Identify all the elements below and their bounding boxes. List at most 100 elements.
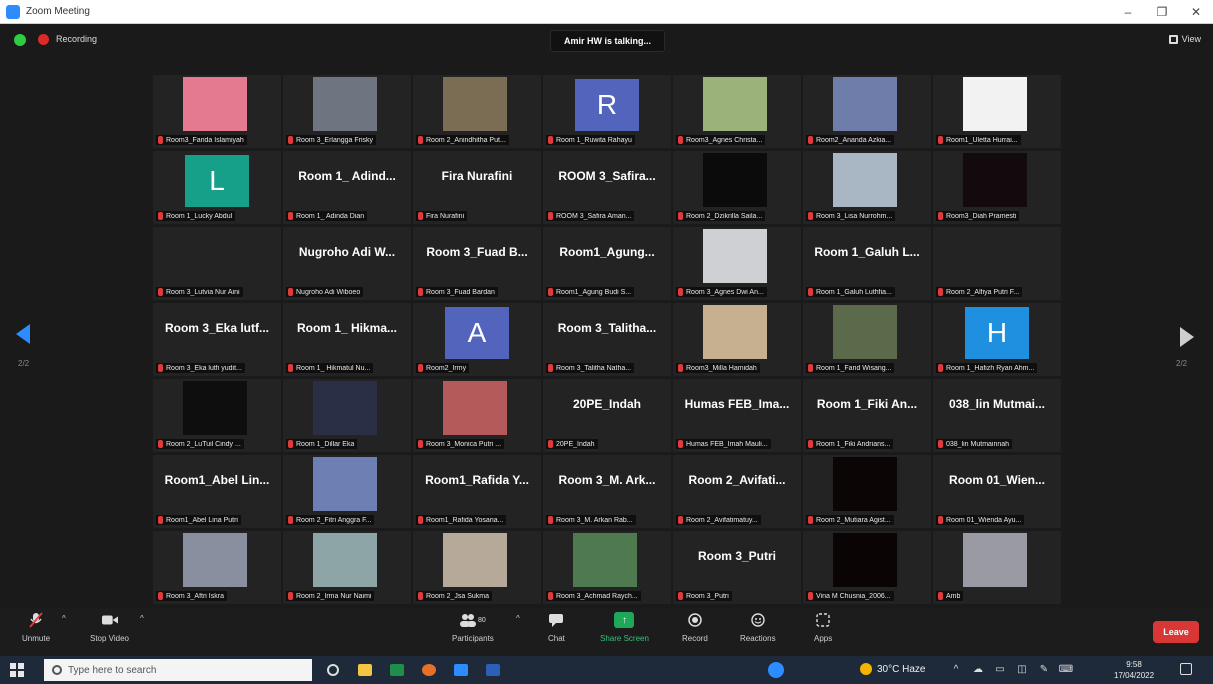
notification-center-icon[interactable] xyxy=(1180,663,1192,675)
participant-tile[interactable]: 20PE_Indah 20PE_Indah xyxy=(543,379,671,452)
participant-tile[interactable]: Room 3_Aftri Iskra xyxy=(153,531,281,604)
participant-tile[interactable]: 038_lin Mutmai... 038_lin Mutmainnah xyxy=(933,379,1061,452)
participant-tile[interactable]: ROOM 3_Safira... ROOM 3_Safira Aman... xyxy=(543,151,671,224)
participant-tile[interactable]: Humas FEB_Ima... Humas FEB_Imah Mauli... xyxy=(673,379,801,452)
participant-display-name: Room1_Agung... xyxy=(559,245,655,259)
participant-name: Room 1_Galuh Luthfia... xyxy=(816,288,892,296)
unmute-button[interactable]: Unmute xyxy=(22,612,50,643)
participants-button[interactable]: 80 Participants xyxy=(452,612,494,643)
participant-tile[interactable]: Room 2_Jsa Sukma xyxy=(413,531,541,604)
participant-display-name: Fira Nurafini xyxy=(441,169,513,183)
gallery-view-icon xyxy=(1168,34,1178,44)
participant-tile[interactable]: Nugroho Adi W... Nugroho Adi Wiboeo xyxy=(283,227,411,300)
participant-tile[interactable]: Room 1_Galuh L... Room 1_Galuh Luthfia... xyxy=(803,227,931,300)
participant-tile[interactable]: Room 3_Agnes Dwi An... xyxy=(673,227,801,300)
participant-tile[interactable]: Room 1_Farid Wisang... xyxy=(803,303,931,376)
unmute-label: Unmute xyxy=(22,634,51,643)
onedrive-icon[interactable]: ☁ xyxy=(972,662,984,676)
video-options-chevron-icon[interactable]: ^ xyxy=(140,614,144,623)
participants-options-chevron-icon[interactable]: ^ xyxy=(516,614,520,623)
view-button[interactable]: View xyxy=(1168,34,1201,44)
participant-tile[interactable]: Room1_Abel Lin... Room1_Abel Lina Putri xyxy=(153,455,281,528)
participant-tile[interactable]: Room1_Uletta Hurrai... xyxy=(933,75,1061,148)
excel-icon[interactable] xyxy=(386,660,408,680)
participant-tile[interactable]: Room 1_Fiki An... Room 1_Fiki Andrians... xyxy=(803,379,931,452)
word-icon[interactable] xyxy=(482,660,504,680)
participant-tile[interactable]: Room1_Rafida Y... Room1_Rafida Yosaria... xyxy=(413,455,541,528)
participant-tile[interactable]: Room1_Agung... Room1_Agung Budi S... xyxy=(543,227,671,300)
participant-tile[interactable]: Vina M Chusnia_2006... xyxy=(803,531,931,604)
task-view-icon[interactable] xyxy=(322,660,344,680)
reactions-button[interactable]: Reactions xyxy=(740,612,776,643)
participant-tile[interactable]: Room 2_Irma Nur Naimi xyxy=(283,531,411,604)
chat-label: Chat xyxy=(548,634,565,643)
participant-tile[interactable]: H Room 1_Hafizh Ryan Ahm... xyxy=(933,303,1061,376)
participant-tile[interactable]: L Room 1_Lucky Abdul xyxy=(153,151,281,224)
participant-tile[interactable]: Room 2_Dzikrilla Saila... xyxy=(673,151,801,224)
windows-start-icon[interactable] xyxy=(10,663,24,677)
participant-tile[interactable]: Room 2_Fitri Anggra F... xyxy=(283,455,411,528)
participant-tile[interactable]: Room 3_Lisa Nurrohm... xyxy=(803,151,931,224)
network-icon[interactable]: ◫ xyxy=(1016,662,1028,676)
participant-tile[interactable]: Room3_Diah Pramesti xyxy=(933,151,1061,224)
participant-tile[interactable]: Room 3_Achmad Raych... xyxy=(543,531,671,604)
participant-tile[interactable]: Room 01_Wien... Room 01_Wienda Ayu... xyxy=(933,455,1061,528)
tray-chevron-icon[interactable]: ^ xyxy=(950,662,962,676)
battery-icon[interactable]: ▭ xyxy=(994,662,1006,676)
leave-button[interactable]: Leave xyxy=(1153,621,1199,643)
participant-tile[interactable]: Room 2_Avifati... Room 2_Avifatimatuy... xyxy=(673,455,801,528)
participant-tile[interactable]: Room3_Agnes Christa... xyxy=(673,75,801,148)
participant-tile[interactable]: Amb xyxy=(933,531,1061,604)
audio-options-chevron-icon[interactable]: ^ xyxy=(62,614,66,623)
zoom-taskbar-icon[interactable] xyxy=(450,660,472,680)
participant-tile[interactable]: Room 3_Putri Room 3_Putri xyxy=(673,531,801,604)
apps-button[interactable]: Apps xyxy=(814,612,832,643)
participant-name: Room 3_Putri xyxy=(686,592,729,600)
next-page-arrow-icon[interactable] xyxy=(1180,327,1194,347)
participant-tile[interactable]: Fira Nurafini Fira Nurafini xyxy=(413,151,541,224)
muted-mic-icon xyxy=(548,440,553,448)
participant-tile[interactable]: Room 3_Erlangga Frisky xyxy=(283,75,411,148)
participant-display-name: Room1_Rafida Y... xyxy=(425,473,529,487)
participant-tile[interactable]: Room 3_M. Ark... Room 3_M. Arkan Rab... xyxy=(543,455,671,528)
security-shield-icon[interactable] xyxy=(14,34,26,46)
participant-tile[interactable]: Room2_Ananda Azkia... xyxy=(803,75,931,148)
previous-page-arrow-icon[interactable] xyxy=(16,324,30,344)
participant-name-label: Room 2_Dzikrilla Saila... xyxy=(676,211,766,221)
minimize-button[interactable]: – xyxy=(1111,0,1145,24)
participant-tile[interactable]: Room 3_Talitha... Room 3_Talitha Natha... xyxy=(543,303,671,376)
pen-icon[interactable]: ✎ xyxy=(1038,662,1050,676)
participant-tile[interactable]: Room3_Farida Islamiyah xyxy=(153,75,281,148)
participant-tile[interactable]: Room3_Milla Hamidah xyxy=(673,303,801,376)
participant-tile[interactable]: Room 2_Mutiara Agist... xyxy=(803,455,931,528)
keyboard-icon[interactable]: ⌨ xyxy=(1059,662,1073,676)
participant-tile[interactable]: Room 2_LuTuil Cindy ... xyxy=(153,379,281,452)
maximize-button[interactable]: ❐ xyxy=(1145,0,1179,24)
zoom-tray-icon[interactable] xyxy=(768,662,784,678)
participant-tile[interactable]: R Room 1_Ruwita Rahayu xyxy=(543,75,671,148)
participant-tile[interactable]: Room 3_Fuad B... Room 3_Fuad Bardan xyxy=(413,227,541,300)
weather-widget[interactable]: 30°C Haze xyxy=(860,663,925,675)
participant-tile[interactable]: Room 1_ Adind... Room 1_ Adinda Dian xyxy=(283,151,411,224)
participant-tile[interactable]: Room 1_Dillar Eka xyxy=(283,379,411,452)
participant-tile[interactable]: Room 2_Anindhitha Put... xyxy=(413,75,541,148)
participant-name: Room2_Irmy xyxy=(426,364,467,372)
chat-button[interactable]: Chat xyxy=(548,612,565,643)
close-button[interactable]: ✕ xyxy=(1179,0,1213,24)
participant-tile[interactable]: Room 3_Eka lutf... Room 3_Eka lutfi yudit… xyxy=(153,303,281,376)
taskbar-search-box[interactable]: Type here to search xyxy=(44,659,312,681)
recording-icon[interactable] xyxy=(38,34,49,45)
participant-name-label: Room1_Rafida Yosaria... xyxy=(416,515,507,525)
file-explorer-icon[interactable] xyxy=(354,660,376,680)
taskbar-clock[interactable]: 9:58 17/04/2022 xyxy=(1114,659,1154,681)
participant-name: Room3_Diah Pramesti xyxy=(946,212,1017,220)
share-screen-button[interactable]: ↑ Share Screen xyxy=(600,612,649,643)
participant-tile[interactable]: Room 3_Monica Putri ... xyxy=(413,379,541,452)
participant-tile[interactable]: Room 2_Alfiya Putri F... xyxy=(933,227,1061,300)
participant-tile[interactable]: Room 3_Lutvia Nur Aini xyxy=(153,227,281,300)
participant-tile[interactable]: A Room2_Irmy xyxy=(413,303,541,376)
firefox-icon[interactable] xyxy=(418,660,440,680)
participant-tile[interactable]: Room 1_ Hikma... Room 1_ Hikmatul Nu... xyxy=(283,303,411,376)
stop-video-button[interactable]: Stop Video xyxy=(90,612,129,643)
record-button[interactable]: Record xyxy=(682,612,708,643)
